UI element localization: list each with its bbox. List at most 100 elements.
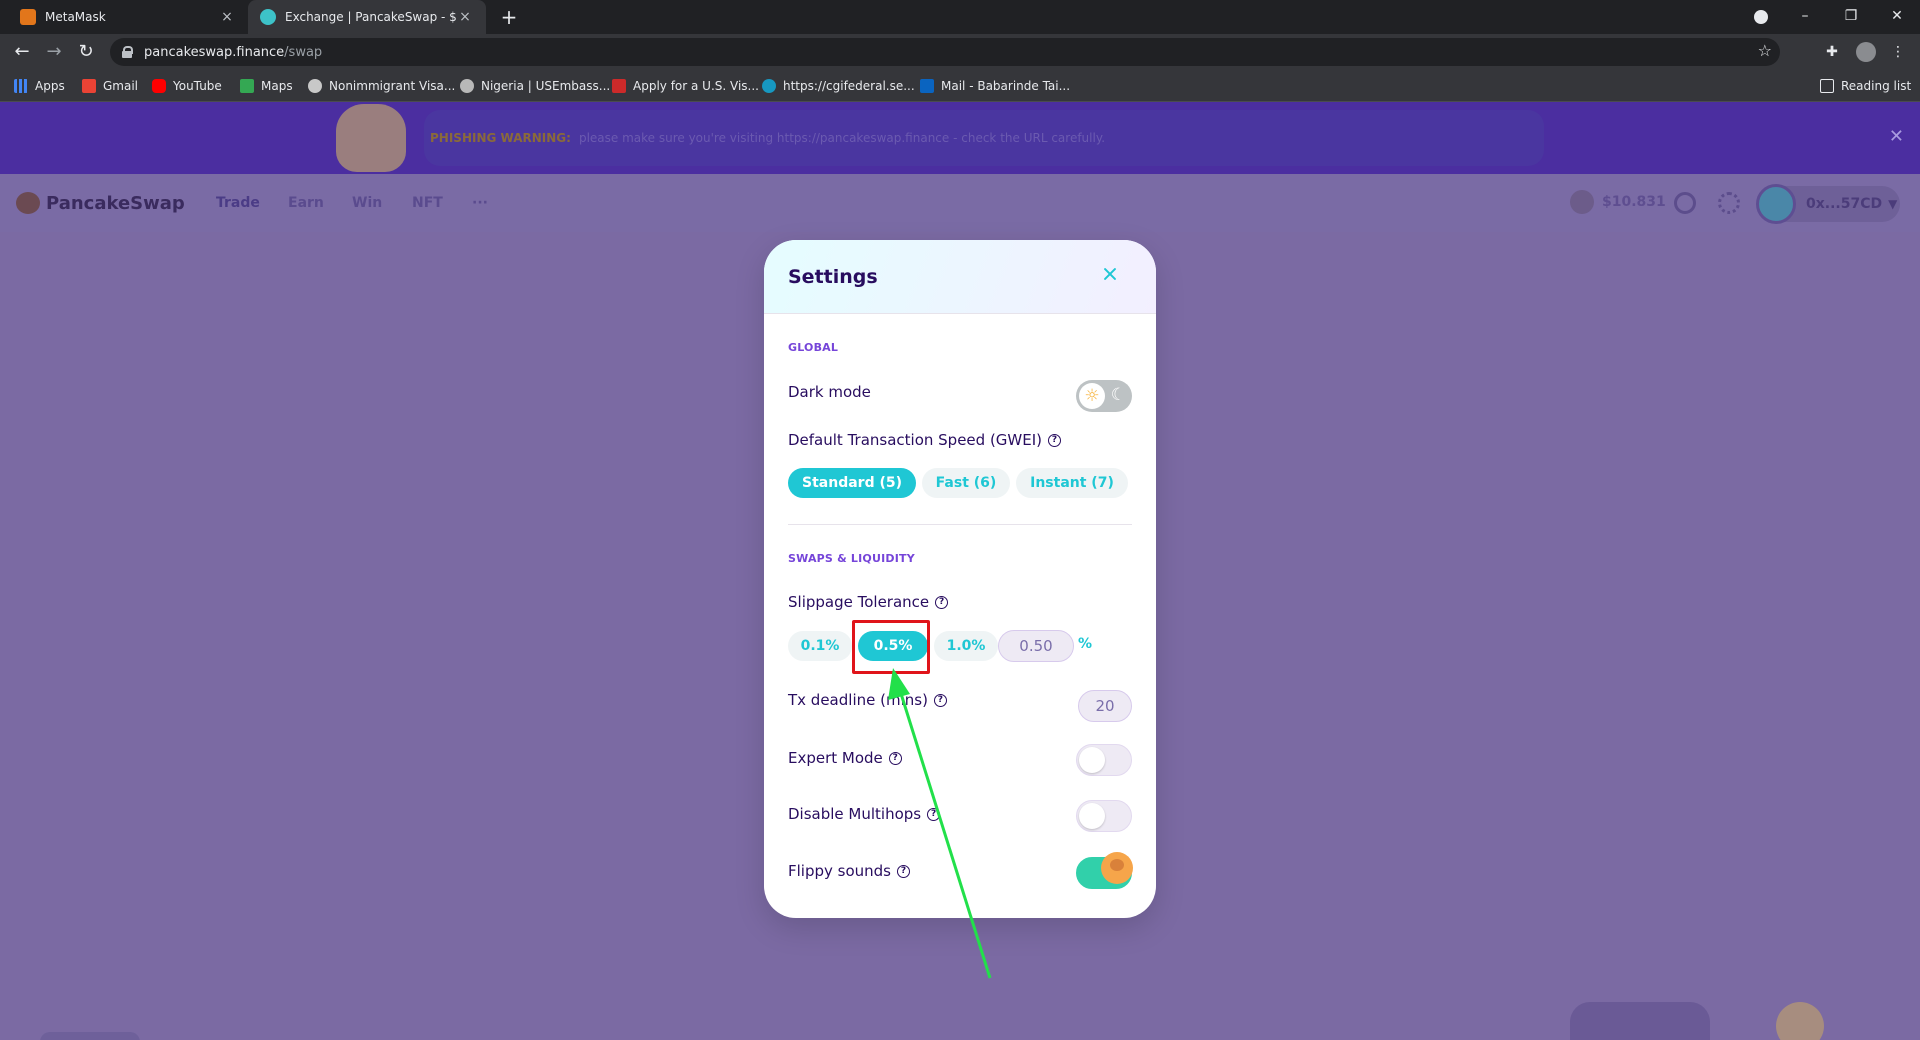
apps-grid-icon (14, 79, 28, 93)
gas-speed-label: Default Transaction Speed (GWEI) ? (788, 431, 1062, 449)
bookmark-gmail[interactable]: Gmail (82, 77, 138, 95)
forward-arrow-icon[interactable]: → (42, 40, 66, 64)
slippage-unit: % (1078, 636, 1093, 652)
disable-multihops-label: Disable Multihops ? (788, 805, 941, 823)
gear-icon[interactable] (1718, 192, 1740, 214)
help-icon[interactable]: ? (933, 693, 947, 707)
profile-avatar-icon[interactable] (1854, 40, 1878, 64)
help-icon[interactable]: ? (897, 864, 910, 878)
chrome-menu-icon[interactable]: ⋮ (1886, 40, 1910, 64)
bookmark-mail[interactable]: Mail - Babarinde Tai... (920, 77, 1070, 95)
cake-token-icon (1570, 190, 1594, 214)
bookmark-cgifederal[interactable]: https://cgifederal.se... (762, 77, 915, 95)
reload-icon[interactable]: ↻ (74, 40, 98, 64)
pancakeswap-logo[interactable]: PancakeSwap (16, 192, 185, 214)
settings-modal: Settings GLOBAL Dark mode ☼ ☾ Default Tr… (764, 240, 1156, 918)
global-heading: GLOBAL (788, 341, 839, 354)
dark-mode-label: Dark mode (788, 383, 871, 401)
swaps-liquidity-heading: SWAPS & LIQUIDITY (788, 552, 915, 565)
bookmark-apps[interactable]: Apps (14, 77, 65, 95)
globe-icon[interactable] (1674, 192, 1696, 214)
close-icon[interactable] (1098, 262, 1122, 286)
bookmark-youtube[interactable]: YouTube (152, 77, 222, 95)
sun-icon: ☼ (1079, 383, 1105, 409)
slippage-label: Slippage Tolerance ? (788, 593, 949, 611)
seal-icon (308, 79, 322, 93)
slippage-custom-input[interactable]: 0.50 (998, 630, 1074, 662)
nav-nft[interactable]: NFT (412, 195, 443, 211)
phishing-warning-banner: PHISHING WARNING: please make sure you'r… (0, 102, 1920, 174)
bookmark-nigeria-usembassy[interactable]: Nigeria | USEmbass... (460, 77, 610, 95)
help-icon[interactable]: ? (935, 595, 949, 609)
background-card (1570, 1002, 1710, 1040)
new-tab-button[interactable]: + (496, 4, 522, 30)
reading-list-icon (1820, 79, 1834, 93)
bunny-helper-icon[interactable] (1776, 1002, 1824, 1040)
disable-multihops-toggle[interactable] (1076, 800, 1132, 832)
close-window-button[interactable]: ✕ (1874, 0, 1920, 34)
warning-title: PHISHING WARNING: (430, 131, 571, 145)
youtube-icon (152, 79, 166, 93)
url-host: pancakeswap.finance (144, 44, 285, 60)
tab-metamask[interactable]: MetaMask × (8, 0, 248, 34)
close-warning-icon[interactable]: ✕ (1889, 126, 1904, 147)
outlook-icon (920, 79, 934, 93)
bookmark-apply-us-visa[interactable]: Apply for a U.S. Vis... (612, 77, 759, 95)
tab-close-icon[interactable]: × (218, 9, 236, 25)
moon-icon: ☾ (1110, 385, 1126, 405)
tab-search-icon[interactable] (1738, 0, 1784, 34)
browser-tabstrip: MetaMask × Exchange | PancakeSwap - $10.… (0, 0, 1920, 34)
help-icon[interactable]: ? (1048, 433, 1062, 447)
gas-fast-button[interactable]: Fast (6) (922, 468, 1010, 498)
tab-title: MetaMask (45, 10, 106, 24)
bookmark-maps[interactable]: Maps (240, 77, 293, 95)
embassy-seal-icon (460, 79, 474, 93)
metamask-fox-icon (20, 9, 36, 25)
address-bar[interactable]: pancakeswap.finance/swap ☆ (110, 38, 1780, 66)
account-button[interactable]: 0x...57CD ▼ (1756, 184, 1900, 224)
gas-instant-button[interactable]: Instant (7) (1016, 468, 1128, 498)
minimize-button[interactable]: – (1782, 0, 1828, 34)
bunny-logo-icon (16, 192, 40, 214)
visa-site-icon (612, 79, 626, 93)
nav-earn[interactable]: Earn (288, 195, 324, 211)
nav-more[interactable]: ··· (472, 195, 488, 211)
reading-list-button[interactable]: Reading list (1820, 77, 1911, 95)
cake-price[interactable]: $10.831 (1570, 190, 1666, 214)
gas-standard-button[interactable]: Standard (5) (788, 468, 916, 498)
deadline-input[interactable]: 20 (1078, 690, 1132, 722)
chevron-down-icon: ▼ (1888, 197, 1898, 211)
extensions-puzzle-icon[interactable]: ✚ (1820, 40, 1844, 64)
nav-win[interactable]: Win (352, 195, 382, 211)
deadline-label: Tx deadline (mins) ? (788, 691, 947, 709)
maximize-button[interactable]: ❐ (1828, 0, 1874, 34)
browser-toolbar: ← → ↻ pancakeswap.finance/swap ☆ ✚ ⋮ (0, 34, 1920, 70)
modal-title: Settings (788, 266, 878, 288)
site-navbar: PancakeSwap Trade Earn Win NFT ··· $10.8… (0, 174, 1920, 232)
bunny-mascot-icon (336, 104, 406, 172)
tab-title: Exchange | PancakeSwap - $10.8 (285, 10, 456, 24)
maps-icon (240, 79, 254, 93)
background-element (40, 1032, 140, 1040)
section-divider (788, 524, 1132, 525)
bookmark-star-icon[interactable]: ☆ (1758, 41, 1772, 60)
tab-pancakeswap[interactable]: Exchange | PancakeSwap - $10.8 × (248, 0, 486, 34)
toggle-knob (1079, 747, 1105, 773)
help-icon[interactable]: ? (888, 751, 902, 765)
tab-close-icon[interactable]: × (456, 9, 474, 25)
highlight-box (852, 620, 930, 674)
slippage-0-1-button[interactable]: 0.1% (788, 631, 852, 661)
flippy-sounds-toggle[interactable] (1076, 852, 1133, 889)
lock-icon[interactable] (122, 46, 133, 58)
slippage-1-0-button[interactable]: 1.0% (934, 631, 998, 661)
nav-trade[interactable]: Trade (216, 195, 260, 211)
back-arrow-icon[interactable]: ← (10, 40, 34, 64)
expert-mode-toggle[interactable] (1076, 744, 1132, 776)
flippy-sounds-label: Flippy sounds ? (788, 862, 910, 880)
help-icon[interactable]: ? (927, 807, 941, 821)
modal-header: Settings (764, 240, 1156, 314)
dark-mode-toggle[interactable]: ☼ ☾ (1076, 380, 1132, 412)
bookmark-nonimmigrant-visa[interactable]: Nonimmigrant Visa... (308, 77, 455, 95)
toggle-knob (1079, 803, 1105, 829)
expert-mode-label: Expert Mode ? (788, 749, 902, 767)
